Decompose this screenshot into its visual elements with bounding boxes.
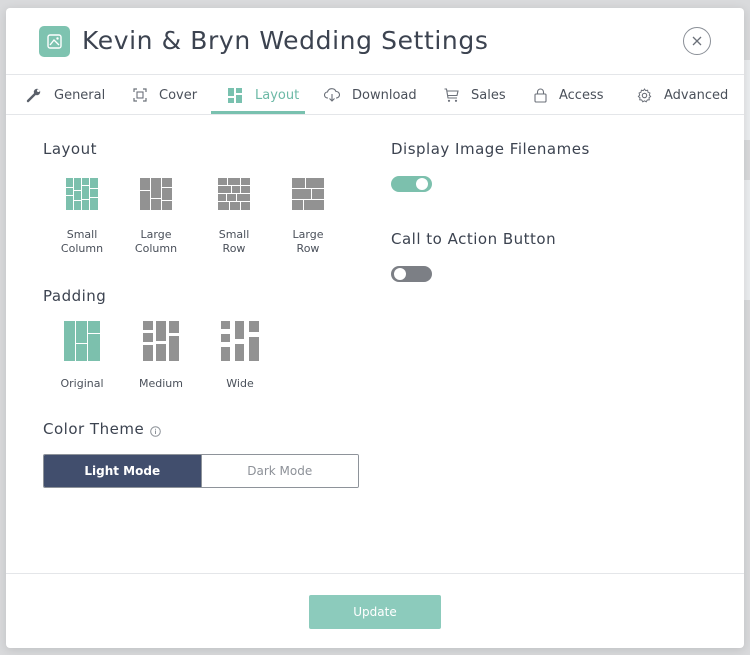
tab-sales[interactable]: Sales (444, 75, 506, 115)
cover-icon (133, 88, 147, 102)
display-filenames-label: Display Image Filenames (391, 140, 590, 158)
option-label: Medium (139, 377, 183, 390)
background-strip (744, 180, 750, 300)
option-label: Large (292, 228, 324, 241)
cloud-download-icon (324, 88, 340, 102)
padding-option-wide[interactable]: Wide (205, 321, 275, 391)
cta-label: Call to Action Button (391, 230, 557, 248)
padding-option-medium[interactable]: Medium (126, 321, 196, 391)
close-icon (692, 36, 702, 46)
tab-advanced[interactable]: Advanced (637, 75, 728, 115)
toggle-knob (394, 268, 406, 280)
tab-label: Download (352, 87, 417, 103)
gear-icon (637, 87, 652, 103)
option-label: Column (134, 242, 178, 255)
display-filenames-toggle[interactable] (391, 176, 432, 192)
layout-section-label: Layout (43, 140, 97, 158)
option-label: Row (222, 242, 246, 255)
tab-layout[interactable]: Layout (228, 75, 299, 115)
small-column-icon (47, 178, 117, 212)
large-row-icon (273, 178, 343, 212)
color-theme-toggle: Light Mode Dark Mode (43, 454, 359, 488)
tab-label: Access (559, 87, 604, 103)
tab-download[interactable]: Download (324, 75, 417, 115)
layout-icon (228, 87, 243, 103)
option-label: Original (60, 377, 104, 390)
tab-cover[interactable]: Cover (133, 75, 197, 115)
dark-mode-button[interactable]: Dark Mode (200, 455, 358, 487)
settings-modal: Kevin & Bryn Wedding Settings General Co… (6, 8, 744, 648)
lock-icon (534, 88, 547, 103)
cart-icon (444, 87, 459, 103)
tab-general[interactable]: General (26, 75, 105, 115)
gallery-icon (39, 26, 70, 57)
padding-option-original[interactable]: Original (47, 321, 117, 391)
tab-label: Sales (471, 87, 506, 103)
tab-access[interactable]: Access (534, 75, 604, 115)
color-theme-label: Color Theme (43, 420, 145, 438)
info-icon[interactable] (150, 424, 161, 442)
layout-option-large-column[interactable]: Large Column (121, 178, 191, 256)
tab-bar: General Cover Layout Download Sales Acce… (6, 75, 744, 115)
padding-section-label: Padding (43, 287, 107, 305)
modal-title: Kevin & Bryn Wedding Settings (82, 26, 489, 55)
padding-original-icon (47, 321, 117, 361)
option-label: Small (218, 228, 250, 241)
option-label: Small (66, 228, 98, 241)
padding-wide-icon (205, 321, 275, 361)
modal-footer: Update (6, 573, 744, 648)
layout-option-small-column[interactable]: Small Column (47, 178, 117, 256)
tab-label: General (54, 87, 106, 103)
option-label: Large (140, 228, 172, 241)
layout-option-small-row[interactable]: Small Row (199, 178, 269, 256)
light-mode-button[interactable]: Light Mode (44, 455, 201, 487)
update-button[interactable]: Update (309, 595, 441, 629)
tab-label: Cover (159, 87, 198, 103)
cta-toggle[interactable] (391, 266, 432, 282)
background-strip (744, 60, 750, 140)
active-tab-indicator (211, 111, 305, 114)
padding-medium-icon (126, 321, 196, 361)
large-column-icon (121, 178, 191, 212)
toggle-knob (416, 178, 428, 190)
wrench-icon (26, 87, 42, 103)
modal-header: Kevin & Bryn Wedding Settings (6, 8, 744, 75)
tab-label: Advanced (664, 87, 729, 103)
close-button[interactable] (683, 27, 711, 55)
layout-option-large-row[interactable]: Large Row (273, 178, 343, 256)
tab-label: Layout (255, 87, 300, 103)
option-label: Wide (226, 377, 254, 390)
option-label: Column (60, 242, 104, 255)
option-label: Row (296, 242, 320, 255)
small-row-icon (199, 178, 269, 212)
